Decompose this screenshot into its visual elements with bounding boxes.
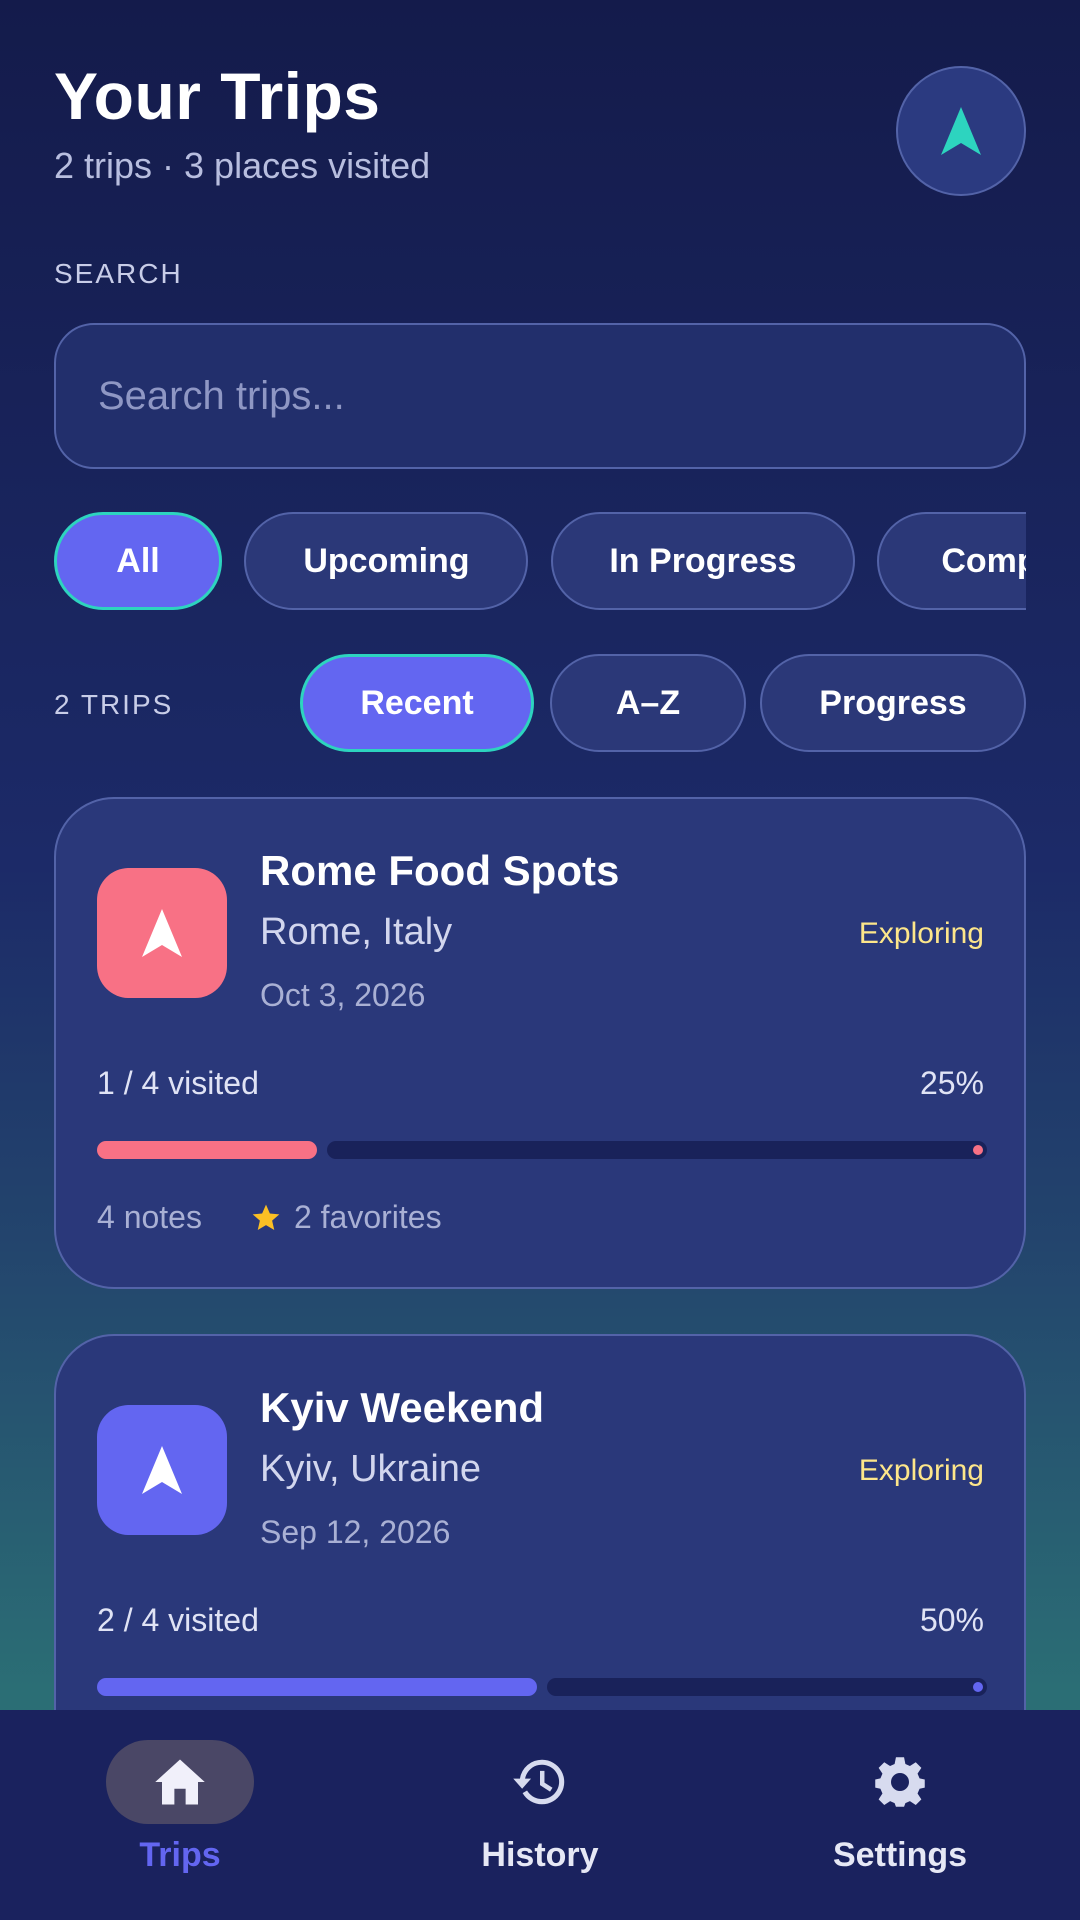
- trip-summary: 2 trips · 3 places visited: [54, 144, 431, 186]
- trip-icon: [97, 1405, 227, 1535]
- trip-name: Rome Food Spots: [260, 847, 620, 894]
- search-input[interactable]: Search trips...: [54, 323, 1026, 469]
- page-title: Your Trips: [54, 59, 381, 133]
- home-icon: [155, 1759, 205, 1805]
- trip-date: Sep 12, 2026: [260, 1514, 451, 1550]
- nav-settings[interactable]: Settings: [720, 1710, 1080, 1920]
- navigation-arrow-icon: [142, 1446, 182, 1494]
- trip-progress-bar: [97, 1678, 987, 1696]
- filter-in-progress[interactable]: In Progress: [550, 512, 855, 610]
- settings-icon: [875, 1757, 925, 1807]
- progress-fill: [97, 1141, 317, 1159]
- trip-card[interactable]: Rome Food Spots Rome, Italy Exploring Oc…: [54, 797, 1026, 1289]
- progress-fill: [97, 1678, 537, 1696]
- sort-a-z[interactable]: A–Z: [550, 654, 746, 752]
- trip-status: Exploring: [858, 1454, 984, 1487]
- filter-upcoming[interactable]: Upcoming: [244, 512, 529, 610]
- trip-percent: 50%: [919, 1602, 984, 1638]
- sort-progress[interactable]: Progress: [760, 654, 1026, 752]
- navigate-button[interactable]: [896, 66, 1026, 196]
- filter-completed[interactable]: Completed: [877, 512, 1026, 610]
- trip-visited-count: 1 / 4 visited: [97, 1065, 259, 1101]
- nav-settings-pill: [826, 1740, 974, 1824]
- trip-visited-count: 2 / 4 visited: [97, 1602, 259, 1638]
- header: Your Trips 2 trips · 3 places visited: [54, 60, 1026, 200]
- filter-all[interactable]: All: [54, 512, 222, 610]
- trip-favorites: 2 favorites: [250, 1199, 442, 1236]
- sort-recent[interactable]: Recent: [300, 654, 534, 752]
- star-icon: [252, 1204, 280, 1230]
- progress-end-dot: [973, 1145, 983, 1155]
- progress-remaining: [327, 1141, 987, 1159]
- navigation-arrow-icon: [941, 107, 981, 155]
- filter-chips: All Upcoming In Progress Completed: [54, 512, 1026, 612]
- nav-trips-pill: [106, 1740, 254, 1824]
- nav-history-pill: [466, 1740, 614, 1824]
- progress-end-dot: [973, 1682, 983, 1692]
- bottom-navigation: Trips History Settings: [0, 1710, 1080, 1920]
- trip-place: Kyiv, Ukraine: [260, 1448, 482, 1490]
- trip-place: Rome, Italy: [260, 911, 453, 953]
- nav-history-label: History: [481, 1836, 599, 1874]
- trip-progress-bar: [97, 1141, 987, 1159]
- trip-icon: [97, 868, 227, 998]
- trip-meta: 4 notes 2 favorites: [97, 1199, 442, 1236]
- nav-history[interactable]: History: [360, 1710, 720, 1920]
- sort-row: 2 TRIPS Recent A–Z Progress: [54, 654, 1026, 754]
- trip-count: 2 TRIPS: [54, 689, 174, 720]
- trip-favorites-label: 2 favorites: [293, 1199, 442, 1235]
- progress-remaining: [547, 1678, 987, 1696]
- nav-trips-label: Trips: [139, 1836, 221, 1874]
- search-section-label: SEARCH: [54, 258, 183, 289]
- navigation-arrow-icon: [142, 909, 182, 957]
- trip-status: Exploring: [858, 917, 984, 950]
- nav-trips[interactable]: Trips: [0, 1710, 360, 1920]
- trip-date: Oct 3, 2026: [260, 977, 426, 1013]
- trip-notes: 4 notes: [97, 1199, 202, 1235]
- history-icon: [513, 1759, 565, 1805]
- trip-name: Kyiv Weekend: [260, 1384, 545, 1431]
- nav-settings-label: Settings: [832, 1836, 968, 1874]
- trip-percent: 25%: [919, 1065, 984, 1101]
